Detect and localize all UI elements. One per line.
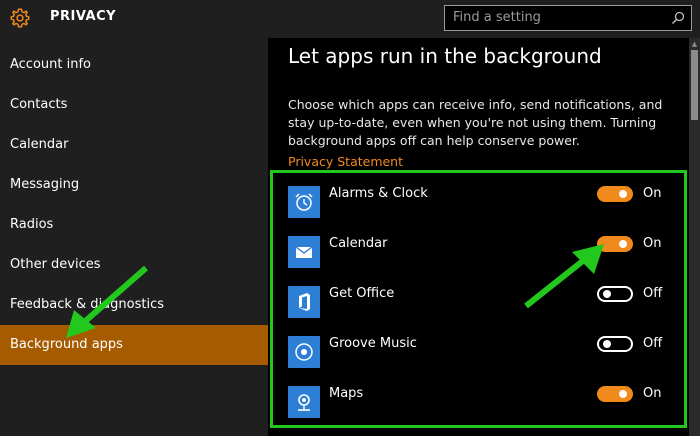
search-icon[interactable] xyxy=(671,11,685,25)
gear-icon xyxy=(10,8,30,28)
scroll-thumb[interactable] xyxy=(691,50,698,120)
title-bar: PRIVACY Find a setting xyxy=(0,0,700,38)
search-input[interactable]: Find a setting xyxy=(453,10,541,25)
scroll-up-icon[interactable]: ▲ xyxy=(689,40,700,48)
section-heading: Let apps run in the background xyxy=(288,44,602,68)
sidebar-item-account-info[interactable]: Account info xyxy=(0,45,268,85)
privacy-statement-link[interactable]: Privacy Statement xyxy=(288,154,403,169)
sidebar-item-calendar[interactable]: Calendar xyxy=(0,125,268,165)
scrollbar[interactable]: ▲ xyxy=(689,38,700,436)
sidebar-item-contacts[interactable]: Contacts xyxy=(0,85,268,125)
page-title: PRIVACY xyxy=(50,9,117,24)
search-box[interactable]: Find a setting xyxy=(444,5,692,31)
annotation-arrow-toggle xyxy=(524,244,604,309)
sidebar: Account info Contacts Calendar Messaging… xyxy=(0,38,268,436)
section-description: Choose which apps can receive info, send… xyxy=(288,97,663,148)
sidebar-item-radios[interactable]: Radios xyxy=(0,205,268,245)
annotation-arrow-sidebar xyxy=(66,265,148,338)
sidebar-item-messaging[interactable]: Messaging xyxy=(0,165,268,205)
annotation-highlight-box xyxy=(270,170,687,428)
